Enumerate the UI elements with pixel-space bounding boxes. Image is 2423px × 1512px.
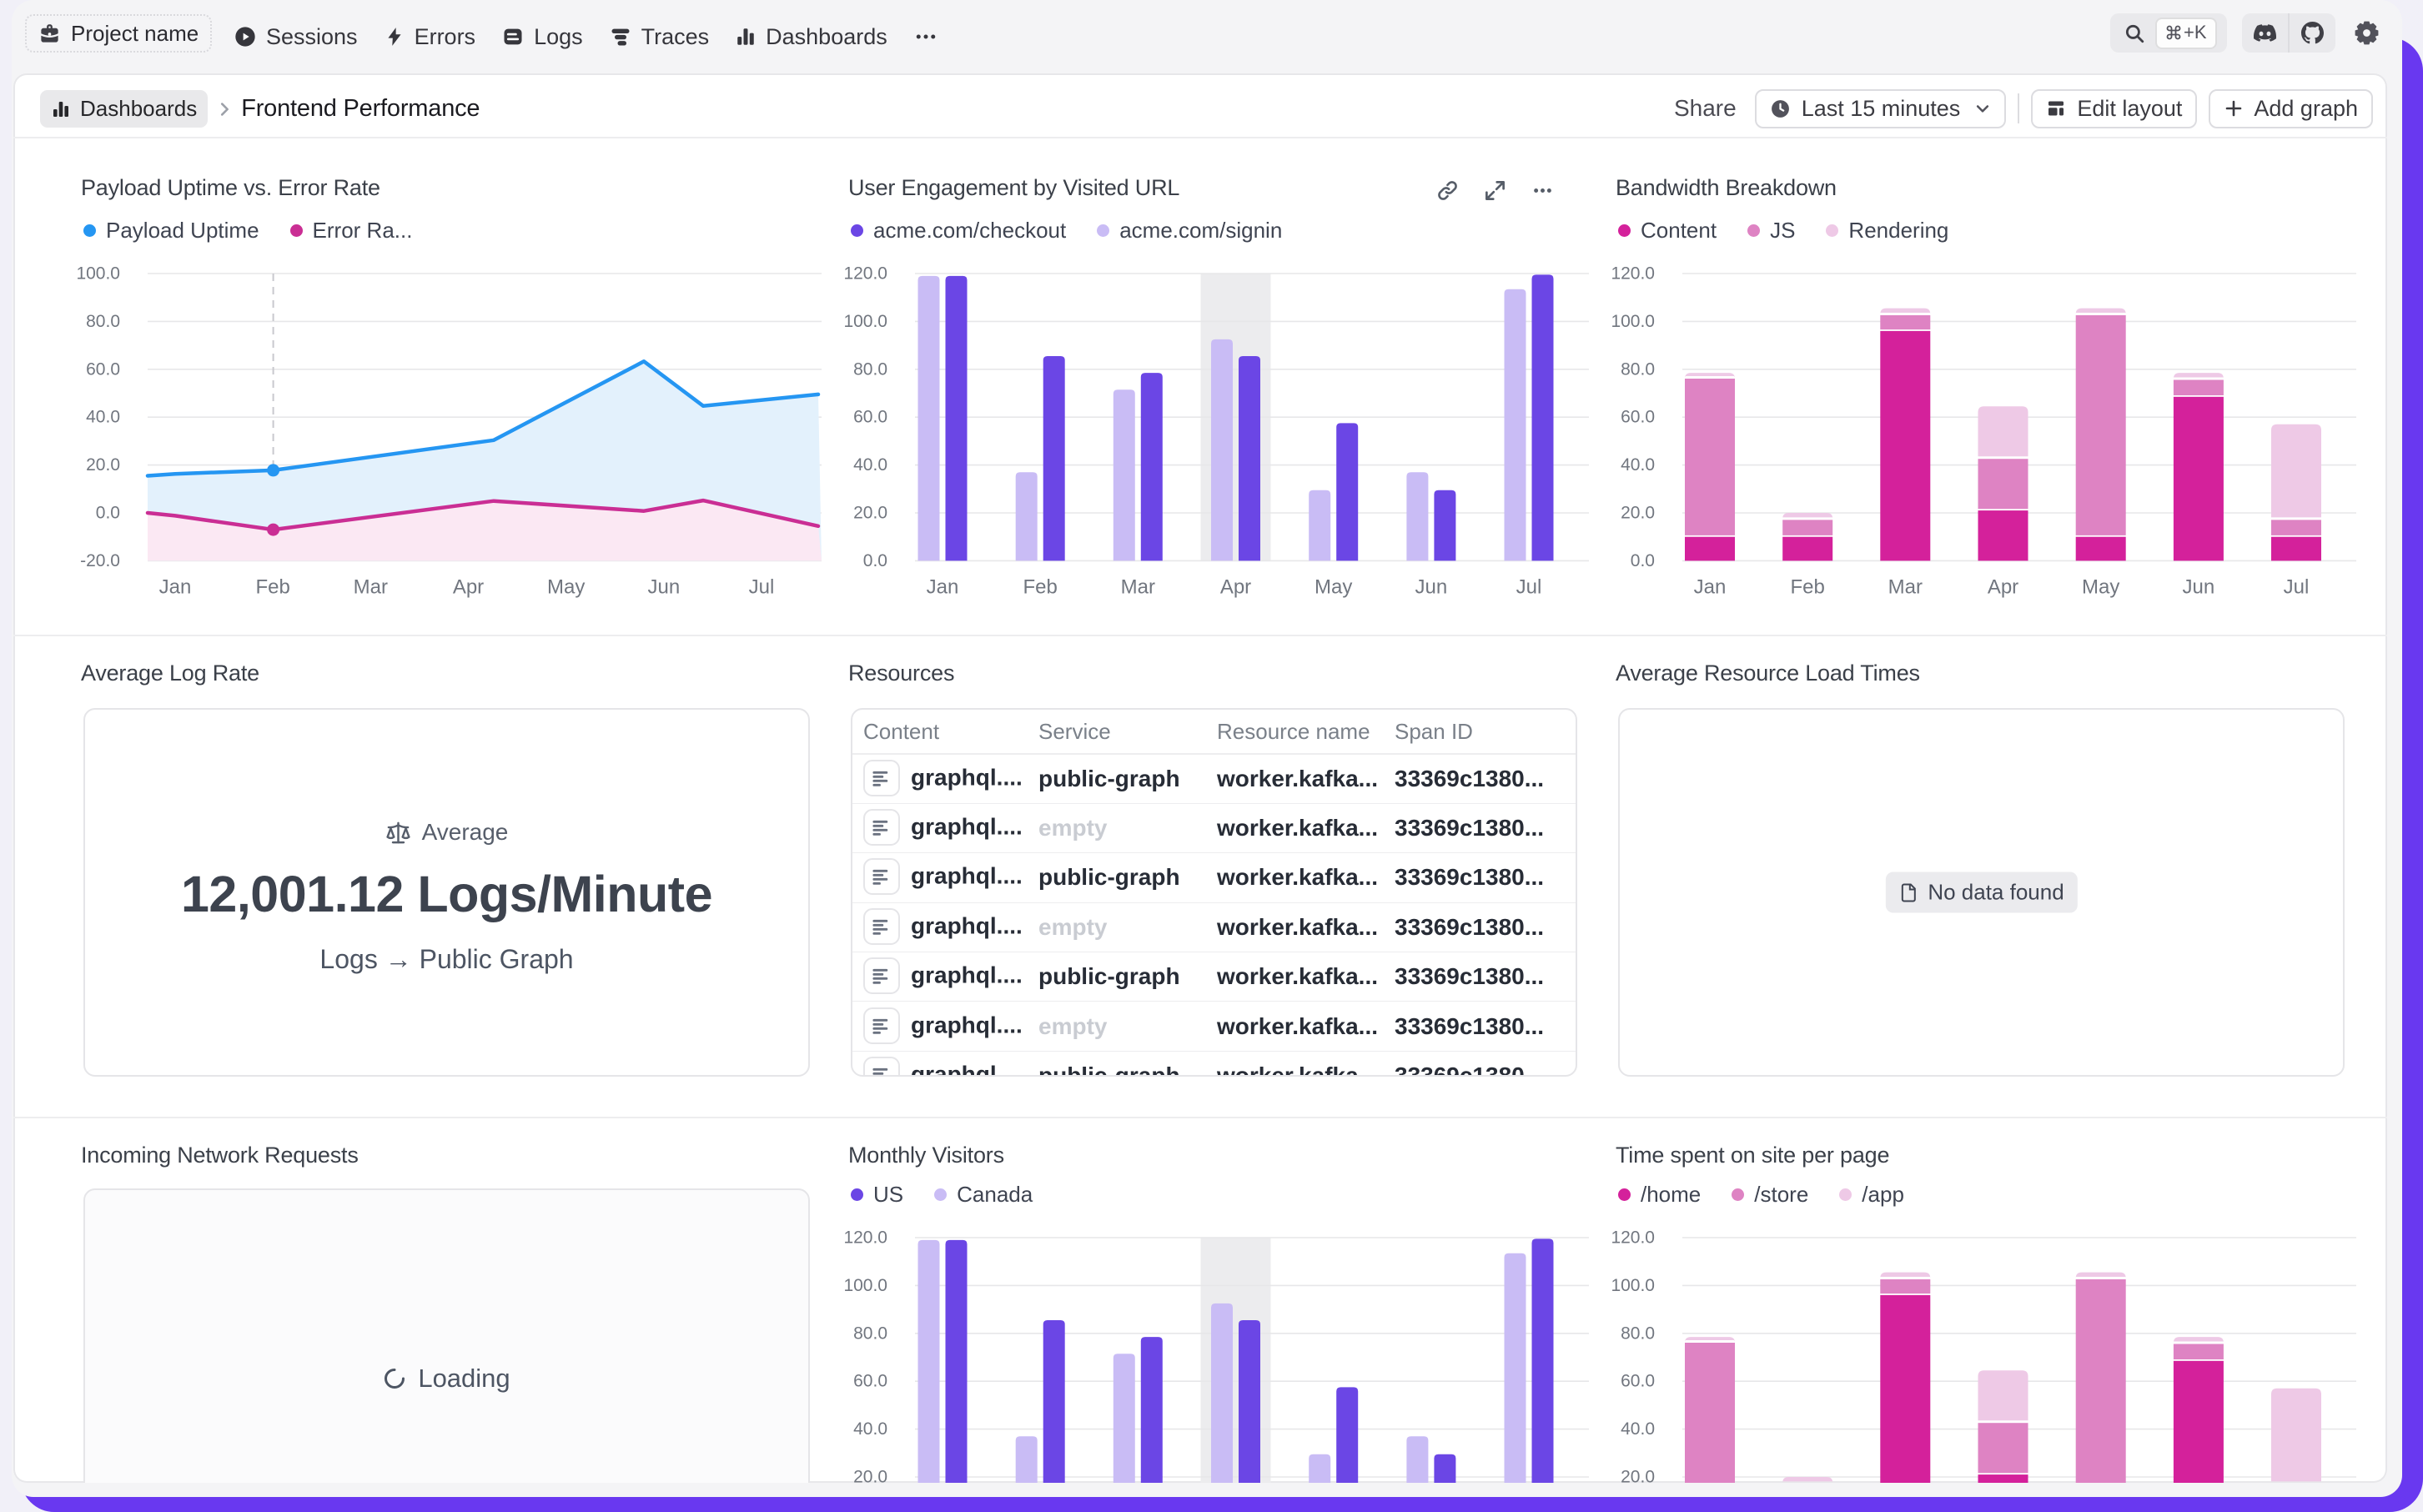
svg-text:Mar: Mar [1888, 576, 1923, 599]
svg-text:20.0: 20.0 [86, 455, 120, 475]
svg-text:May: May [1315, 576, 1352, 599]
svg-text:120.0: 120.0 [1611, 264, 1655, 284]
svg-text:60.0: 60.0 [853, 1372, 887, 1391]
svg-text:80.0: 80.0 [853, 359, 887, 379]
svg-text:20.0: 20.0 [853, 1468, 887, 1484]
svg-text:Apr: Apr [1220, 576, 1251, 599]
svg-text:Jul: Jul [1516, 576, 1542, 599]
svg-text:100.0: 100.0 [843, 312, 887, 331]
svg-text:60.0: 60.0 [853, 408, 887, 427]
svg-text:-20.0: -20.0 [80, 551, 120, 570]
svg-text:80.0: 80.0 [853, 1324, 887, 1343]
svg-text:60.0: 60.0 [86, 359, 120, 379]
svg-text:Jan: Jan [159, 576, 192, 599]
svg-text:Feb: Feb [256, 576, 290, 599]
svg-text:40.0: 40.0 [86, 408, 120, 427]
svg-text:0.0: 0.0 [863, 551, 887, 570]
svg-text:Mar: Mar [1121, 576, 1155, 599]
svg-text:Jan: Jan [927, 576, 959, 599]
svg-text:20.0: 20.0 [1621, 504, 1655, 523]
svg-text:100.0: 100.0 [1611, 1276, 1655, 1295]
svg-text:80.0: 80.0 [1621, 1324, 1655, 1343]
svg-text:40.0: 40.0 [853, 1419, 887, 1439]
svg-text:60.0: 60.0 [1621, 1372, 1655, 1391]
svg-text:120.0: 120.0 [843, 264, 887, 284]
svg-text:100.0: 100.0 [76, 264, 120, 284]
svg-text:Jul: Jul [2284, 576, 2310, 599]
svg-text:May: May [2082, 576, 2119, 599]
svg-text:100.0: 100.0 [843, 1276, 887, 1295]
svg-text:120.0: 120.0 [843, 1228, 887, 1248]
svg-text:Jan: Jan [1694, 576, 1727, 599]
svg-text:Mar: Mar [354, 576, 388, 599]
svg-text:40.0: 40.0 [853, 455, 887, 475]
svg-text:80.0: 80.0 [1621, 359, 1655, 379]
svg-text:20.0: 20.0 [853, 504, 887, 523]
svg-text:Jun: Jun [1415, 576, 1448, 599]
svg-text:Feb: Feb [1023, 576, 1058, 599]
svg-text:60.0: 60.0 [1621, 408, 1655, 427]
svg-text:Jun: Jun [648, 576, 681, 599]
svg-text:May: May [547, 576, 585, 599]
svg-text:80.0: 80.0 [86, 312, 120, 331]
svg-text:20.0: 20.0 [1621, 1468, 1655, 1484]
svg-text:0.0: 0.0 [96, 504, 120, 523]
svg-text:120.0: 120.0 [1611, 1228, 1655, 1248]
svg-text:Jul: Jul [749, 576, 775, 599]
svg-text:Feb: Feb [1791, 576, 1825, 599]
svg-text:Apr: Apr [453, 576, 484, 599]
svg-text:0.0: 0.0 [1631, 551, 1655, 570]
svg-text:40.0: 40.0 [1621, 455, 1655, 475]
svg-text:100.0: 100.0 [1611, 312, 1655, 331]
svg-text:40.0: 40.0 [1621, 1419, 1655, 1439]
svg-text:Apr: Apr [1988, 576, 2018, 599]
svg-text:Jun: Jun [2183, 576, 2215, 599]
